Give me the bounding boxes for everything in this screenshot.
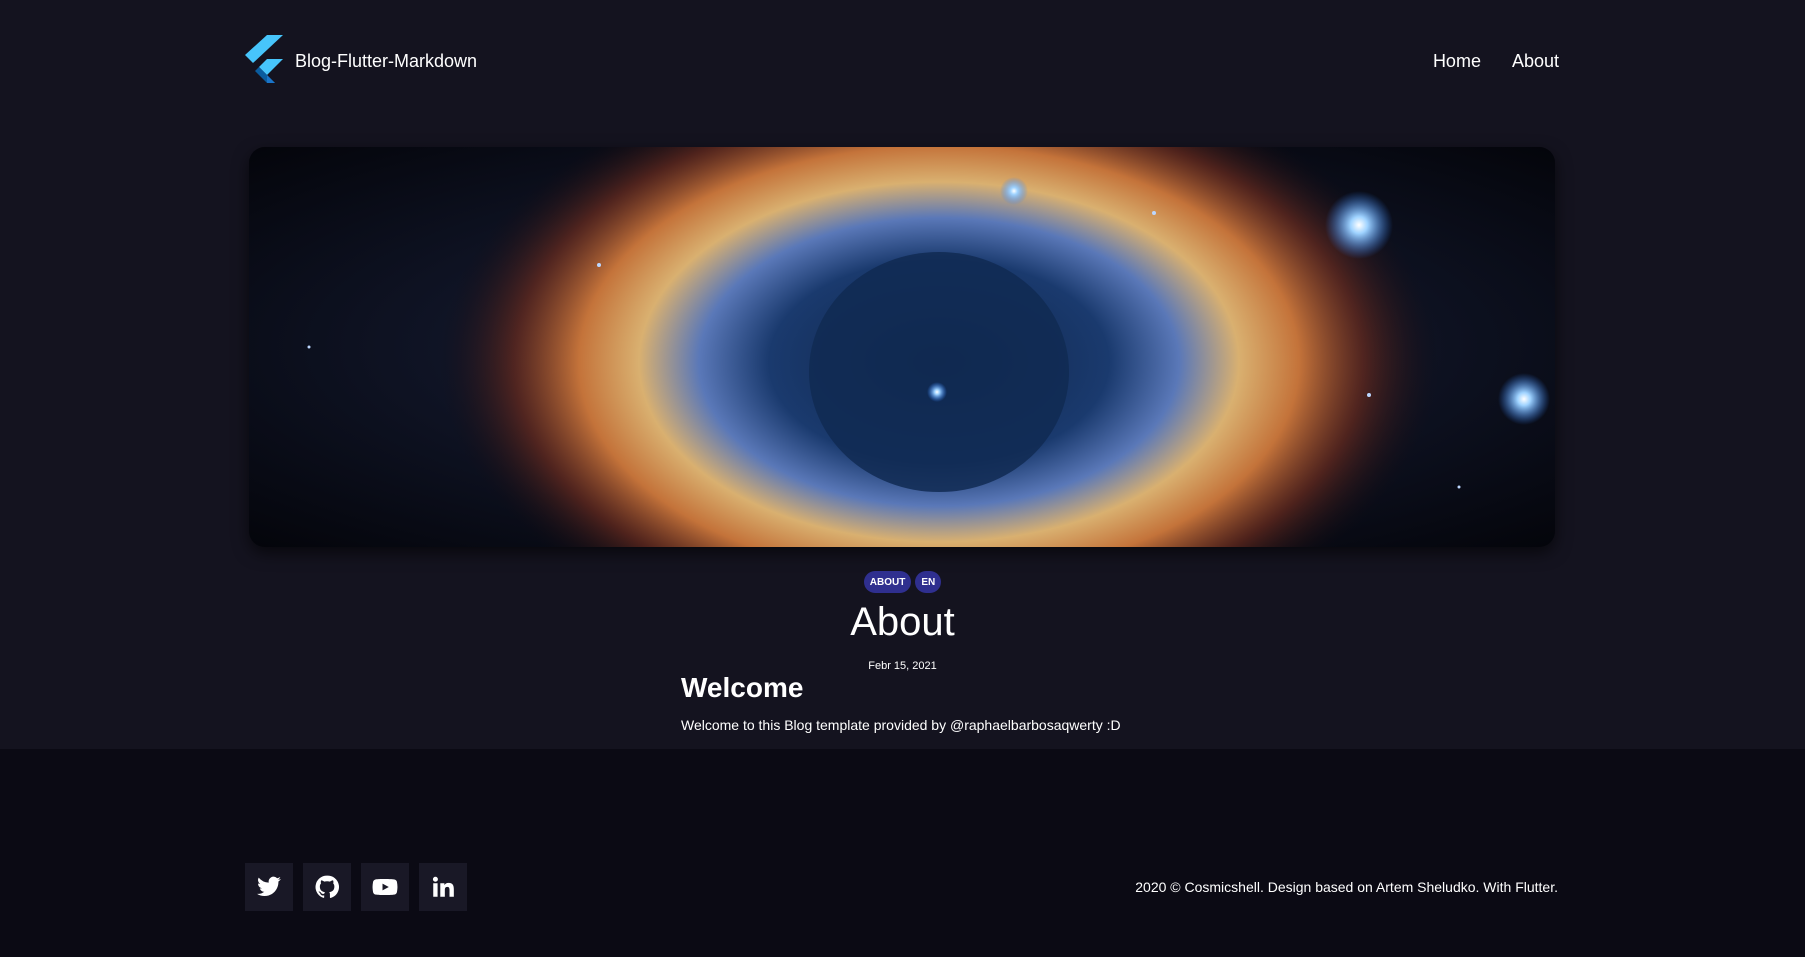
page-title: About: [850, 600, 955, 644]
main-nav: Home About: [1433, 51, 1559, 72]
copyright-text: 2020 © Cosmicshell. Design based on Arte…: [1135, 879, 1558, 895]
hero-image: [249, 147, 1555, 547]
nav-about-link[interactable]: About: [1512, 51, 1559, 72]
content-heading: Welcome: [681, 672, 804, 703]
content-paragraph: Welcome to this Blog template provided b…: [681, 717, 1121, 733]
brand-title: Blog-Flutter-Markdown: [295, 50, 478, 71]
tag-list: ABOUT EN: [0, 571, 1805, 593]
tag-en[interactable]: EN: [915, 571, 942, 593]
github-icon: [315, 875, 340, 898]
linkedin-icon: [432, 876, 454, 897]
youtube-icon: [372, 878, 398, 896]
brand-link[interactable]: Blog-Flutter-Markdown: [245, 33, 477, 90]
social-links: [245, 863, 467, 911]
site-footer: 2020 © Cosmicshell. Design based on Arte…: [0, 749, 1805, 957]
nav-home-link[interactable]: Home: [1433, 51, 1481, 72]
twitter-button[interactable]: [245, 863, 293, 911]
tag-about[interactable]: ABOUT: [863, 571, 912, 593]
linkedin-button[interactable]: [419, 863, 467, 911]
youtube-button[interactable]: [361, 863, 409, 911]
post-content: Welcome Welcome to this Blog template pr…: [681, 670, 1181, 734]
github-button[interactable]: [303, 863, 351, 911]
twitter-icon: [257, 876, 281, 896]
site-header: Blog-Flutter-Markdown Home About: [245, 34, 1559, 86]
flutter-logo-icon: [245, 33, 285, 90]
